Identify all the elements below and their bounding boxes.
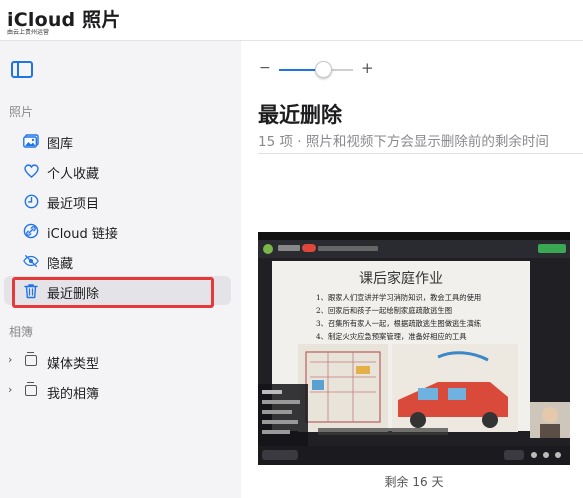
page-title: 最近删除: [258, 103, 342, 127]
sidebar-item-icloud-links[interactable]: iCloud 链接: [0, 218, 241, 244]
zoom-in-button[interactable]: +: [361, 59, 374, 77]
chevron-right-icon[interactable]: ›: [8, 383, 12, 396]
photo-thumbnail[interactable]: 课后家庭作业 1、跟家人们宣讲并学习消防知识，教会工具的使用 2、回家后和孩子一…: [258, 232, 570, 465]
sidebar-item-label: iCloud 链接: [47, 227, 118, 242]
app-subtitle: 由云上贵州运营: [7, 29, 50, 36]
sidebar-item-label: 最近项目: [47, 197, 100, 212]
slide-title: 课后家庭作业: [359, 270, 443, 287]
eye-slash-icon: [23, 253, 39, 269]
clock-icon: [23, 193, 39, 209]
sidebar-item-label: 我的相簿: [47, 387, 100, 402]
section-label-photos: 照片: [9, 105, 34, 119]
sidebar-toggle-icon[interactable]: [11, 61, 33, 78]
photo-library-icon: [23, 133, 39, 149]
slide-line: 4、制定火灾应急预案管理，准备好相应的工具: [316, 332, 467, 341]
slide-line: 3、召集所有家人一起，根据疏散逃生图做逃生演练: [316, 319, 482, 328]
chevron-right-icon[interactable]: ›: [8, 353, 12, 366]
app-header: iCloud 照片 由云上贵州运营: [0, 0, 583, 41]
sidebar-item-label: 图库: [47, 137, 74, 152]
sidebar-item-label: 隐藏: [47, 257, 74, 272]
zoom-out-button[interactable]: −: [259, 60, 271, 76]
sidebar-item-label: 媒体类型: [47, 357, 100, 372]
slide-line: 1、跟家人们宣讲并学习消防知识，教会工具的使用: [316, 293, 481, 302]
sidebar-item-media-types[interactable]: › 媒体类型: [0, 348, 241, 374]
section-label-albums: 相簿: [9, 325, 34, 339]
sidebar-item-library[interactable]: 图库: [0, 128, 241, 154]
sidebar-item-recents[interactable]: 最近项目: [0, 188, 241, 214]
heart-icon: [23, 163, 39, 179]
zoom-slider-handle[interactable]: [315, 61, 332, 78]
page-subtitle: 15 项 · 照片和视频下方会显示删除前的剩余时间: [258, 134, 549, 150]
sidebar-item-label: 个人收藏: [47, 167, 100, 182]
sidebar-item-my-albums[interactable]: › 我的相簿: [0, 378, 241, 404]
slide-line: 2、回家后和孩子一起绘制家庭疏散逃生图: [316, 306, 452, 315]
link-icon: [23, 223, 39, 239]
annotation-highlight-box: [12, 277, 214, 308]
divider: [258, 153, 583, 154]
album-stack-icon: [25, 382, 37, 396]
album-stack-icon: [25, 352, 37, 366]
sidebar-item-favorites[interactable]: 个人收藏: [0, 158, 241, 184]
sidebar-item-hidden[interactable]: 隐藏: [0, 248, 241, 274]
photo-caption: 剩余 16 天: [384, 475, 444, 489]
